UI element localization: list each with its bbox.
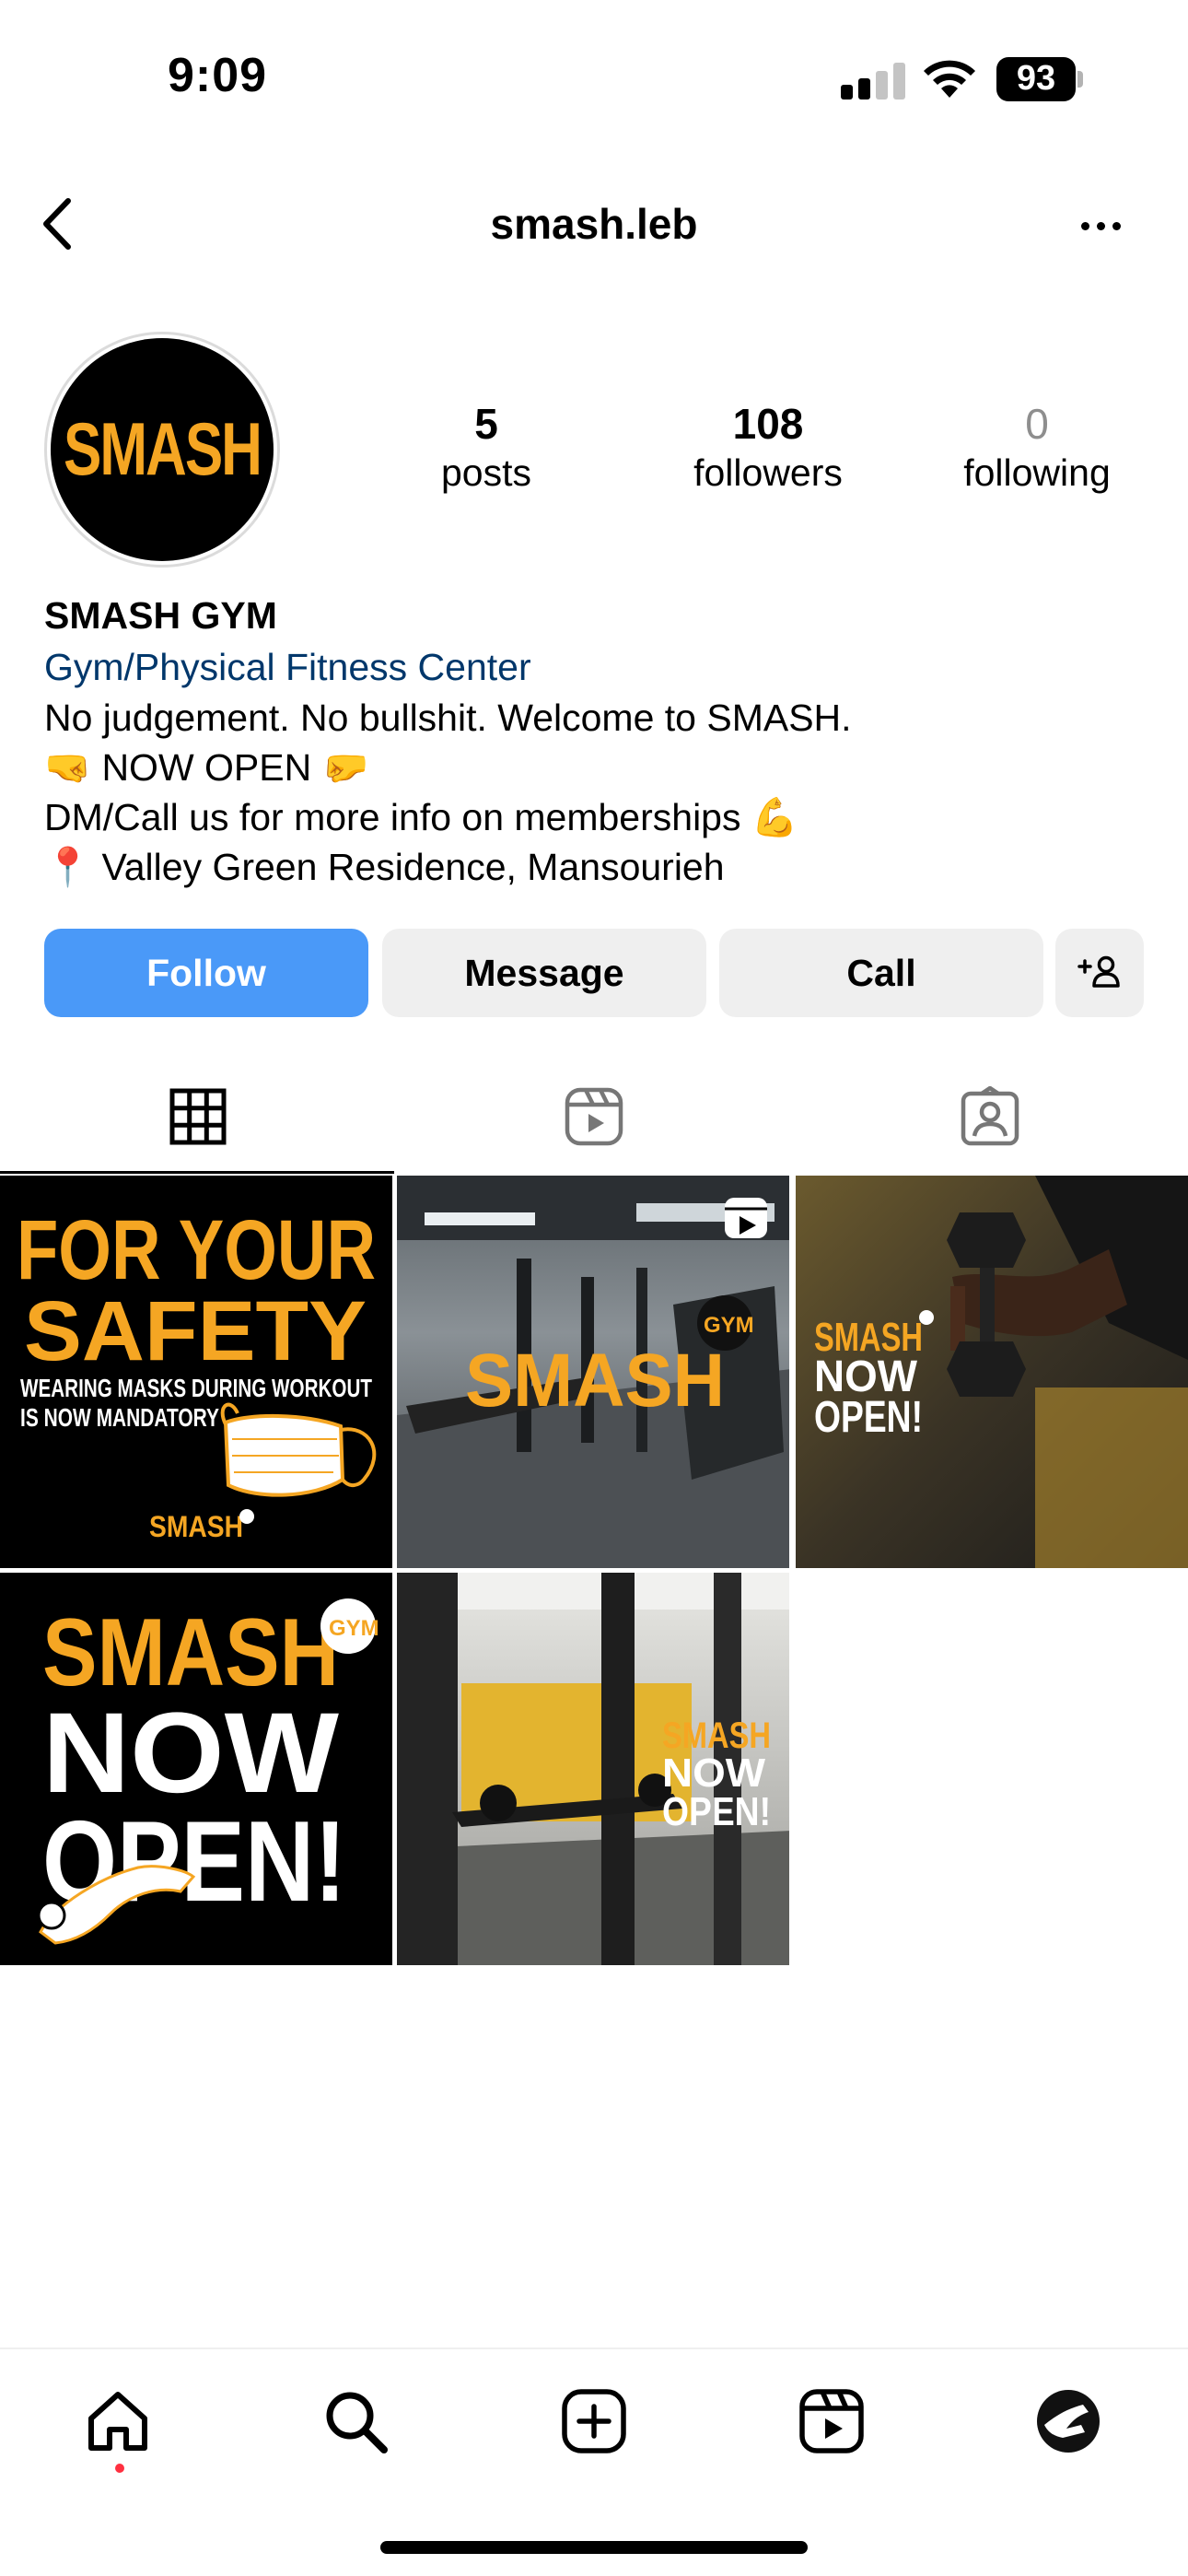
- profile-category[interactable]: Gym/Physical Fitness Center: [44, 641, 1149, 693]
- avatar-logo-text: SMASH: [64, 408, 262, 491]
- battery-level: 93: [1016, 59, 1056, 98]
- bio-line: DM/Call us for more info on memberships …: [44, 796, 798, 838]
- profile-avatar[interactable]: SMASH: [44, 332, 280, 568]
- post-thumbnail[interactable]: SMASH NOW OPEN! GYM: [0, 1573, 392, 1965]
- message-button[interactable]: Message: [382, 929, 706, 1017]
- search-icon: [326, 2392, 388, 2453]
- post-badge: GYM: [329, 1616, 379, 1641]
- stat-followers[interactable]: 108 followers: [639, 398, 897, 496]
- nav-create[interactable]: [557, 2384, 631, 2458]
- post-thumbnail[interactable]: SMASH GYM: [397, 1176, 789, 1568]
- post-thumbnail[interactable]: FOR YOUR SAFETY WEARING MASKS DURING WOR…: [0, 1176, 392, 1568]
- profile-tab-bar: [0, 1060, 1188, 1174]
- post-image: SMASH NOW OPEN! GYM: [0, 1573, 392, 1965]
- profile-stats: 5 posts 108 followers 0 following: [357, 398, 1168, 509]
- post-image: SMASH NOW OPEN!: [397, 1573, 789, 1965]
- tab-posts[interactable]: [0, 1060, 396, 1174]
- avatar-logo: SMASH: [51, 338, 274, 561]
- nav-search[interactable]: [319, 2384, 392, 2458]
- stat-followers-label: followers: [693, 451, 843, 494]
- post-text: WEARING MASKS DURING WORKOUT: [20, 1374, 372, 1402]
- tagged-icon: [961, 1086, 1019, 1146]
- bio-line: No judgement. No bullshit. Welcome to SM…: [44, 697, 852, 739]
- post-image: SMASH NOW OPEN!: [796, 1176, 1188, 1568]
- post-text: OPEN!: [814, 1393, 923, 1442]
- post-thumbnail[interactable]: SMASH NOW OPEN!: [796, 1176, 1188, 1568]
- nav-reels[interactable]: [795, 2384, 868, 2458]
- stat-following-label: following: [963, 451, 1111, 494]
- post-text: SAFETY: [24, 1284, 367, 1378]
- post-thumbnail[interactable]: SMASH NOW OPEN!: [397, 1573, 789, 1965]
- notification-dot: [115, 2464, 124, 2473]
- stat-posts-label: posts: [441, 451, 531, 494]
- bio-line: 🤜 NOW OPEN 🤛: [44, 746, 369, 789]
- bio-location-line[interactable]: 📍 Valley Green Residence, Mansourieh: [44, 842, 1149, 892]
- nav-profile[interactable]: [1031, 2384, 1105, 2458]
- profile-name: SMASH GYM: [44, 594, 277, 637]
- add-user-icon: [1077, 955, 1120, 988]
- suggested-accounts-button[interactable]: [1055, 929, 1144, 1017]
- profile-avatar: [1037, 2390, 1100, 2453]
- post-image: FOR YOUR SAFETY WEARING MASKS DURING WOR…: [0, 1176, 392, 1568]
- status-time: 9:09: [168, 49, 268, 102]
- stat-following-value: 0: [1025, 400, 1049, 448]
- home-indicator[interactable]: [380, 2541, 808, 2554]
- stat-followers-value: 108: [732, 400, 804, 448]
- battery-icon: 93: [996, 57, 1083, 101]
- post-text: OPEN!: [662, 1789, 771, 1834]
- post-brand: SMASH: [149, 1510, 243, 1543]
- grid-icon: [169, 1088, 227, 1145]
- create-icon: [562, 2389, 626, 2453]
- post-brand: SMASH: [465, 1339, 725, 1423]
- more-options-button[interactable]: [1073, 203, 1128, 249]
- reels-icon: [565, 1087, 623, 1146]
- cellular-signal-icon: [841, 63, 905, 100]
- status-bar: 9:09 93: [0, 0, 1188, 157]
- post-image: SMASH GYM: [397, 1176, 789, 1568]
- profile-actions: Follow Message Call: [44, 929, 1144, 1017]
- post-text: IS NOW MANDATORY: [20, 1403, 219, 1432]
- bottom-tab-bar: [0, 2348, 1188, 2486]
- stat-following[interactable]: 0 following: [908, 398, 1166, 496]
- tab-tagged[interactable]: [792, 1060, 1188, 1174]
- stat-posts[interactable]: 5 posts: [357, 398, 615, 496]
- page-title: smash.leb: [490, 200, 698, 248]
- reels-icon: [799, 2389, 864, 2453]
- reel-indicator-icon: [725, 1198, 767, 1238]
- wifi-icon: [921, 57, 978, 101]
- home-icon: [88, 2392, 147, 2451]
- follow-button[interactable]: Follow: [44, 929, 368, 1017]
- tab-reels[interactable]: [396, 1060, 792, 1174]
- call-button[interactable]: Call: [719, 929, 1043, 1017]
- active-tab-indicator: [0, 1171, 394, 1174]
- post-text: FOR YOUR: [17, 1203, 376, 1297]
- stat-posts-value: 5: [474, 400, 498, 448]
- profile-bio: SMASH GYM Gym/Physical Fitness Center No…: [44, 590, 1149, 892]
- nav-home[interactable]: [81, 2384, 155, 2458]
- profile-nav-header: smash.leb: [0, 175, 1188, 276]
- post-badge: GYM: [704, 1313, 754, 1338]
